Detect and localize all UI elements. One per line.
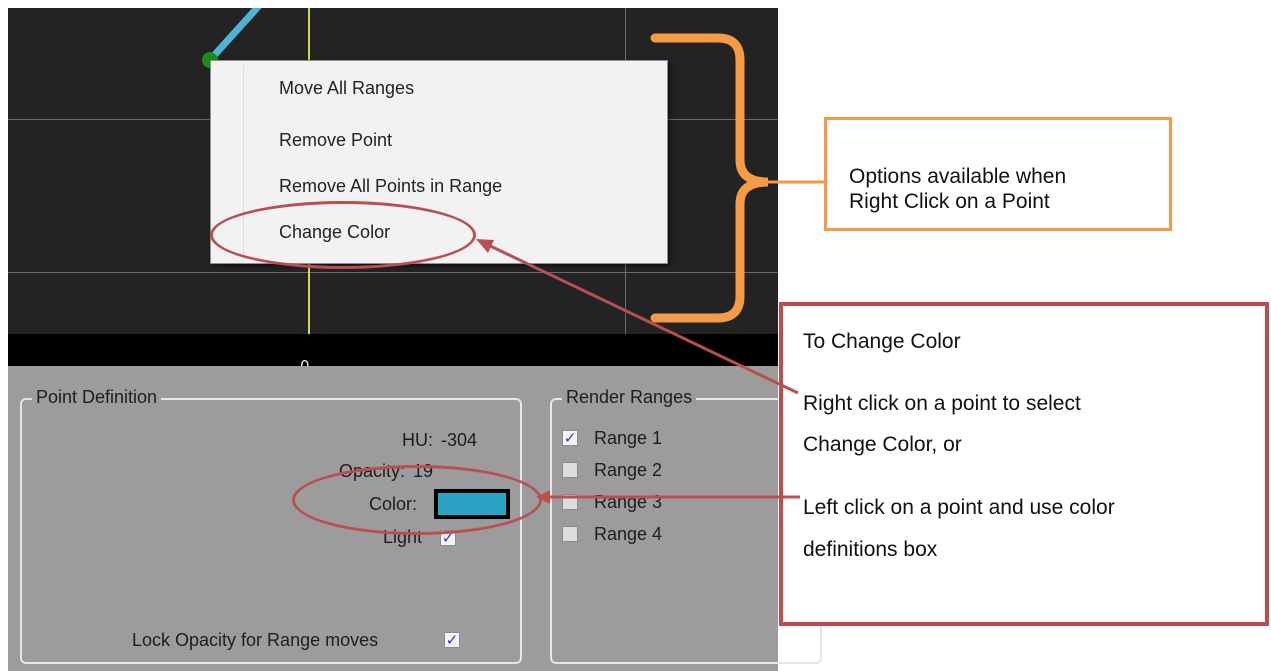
change-color-highlight <box>210 201 476 269</box>
change-color-heading: To Change Color <box>803 330 961 353</box>
range-1-label: Range 1 <box>594 428 663 448</box>
range-2-checkbox[interactable] <box>562 462 578 478</box>
render-ranges-title: Render Ranges <box>562 387 697 408</box>
lock-opacity-label: Lock Opacity for Range moves <box>132 630 379 650</box>
hu-label: HU: <box>402 430 433 450</box>
options-callout-box: Options available when Right Click on a … <box>824 117 1172 231</box>
range-1-checkbox[interactable]: ✓ <box>562 430 578 446</box>
menu-item-remove-point[interactable]: Remove Point <box>279 130 392 151</box>
change-color-line-3: Left click on a point and use color <box>803 496 1115 519</box>
range-3-checkbox[interactable] <box>562 494 578 510</box>
range-4-checkbox[interactable] <box>562 526 578 542</box>
range-4-label: Range 4 <box>594 524 663 544</box>
color-field-highlight <box>292 465 542 535</box>
point-definition-title: Point Definition <box>32 387 162 408</box>
change-color-line-1: Right click on a point to select <box>803 392 1081 415</box>
change-color-line-4: definitions box <box>803 538 938 561</box>
menu-item-move-all-ranges[interactable]: Move All Ranges <box>279 78 414 99</box>
change-color-line-2: Change Color, or <box>803 433 962 456</box>
lock-opacity-checkbox[interactable]: ✓ <box>444 632 460 648</box>
hu-value: -304 <box>441 430 478 450</box>
change-color-callout-box: To Change Color Right click on a point t… <box>779 302 1269 626</box>
curve-segment <box>207 8 262 63</box>
menu-item-remove-all-points[interactable]: Remove All Points in Range <box>279 176 502 197</box>
range-3-label: Range 3 <box>594 492 663 512</box>
options-callout-line-2: Right Click on a Point <box>849 190 1050 213</box>
range-2-label: Range 2 <box>594 460 663 480</box>
options-callout-line-1: Options available when <box>849 165 1067 188</box>
